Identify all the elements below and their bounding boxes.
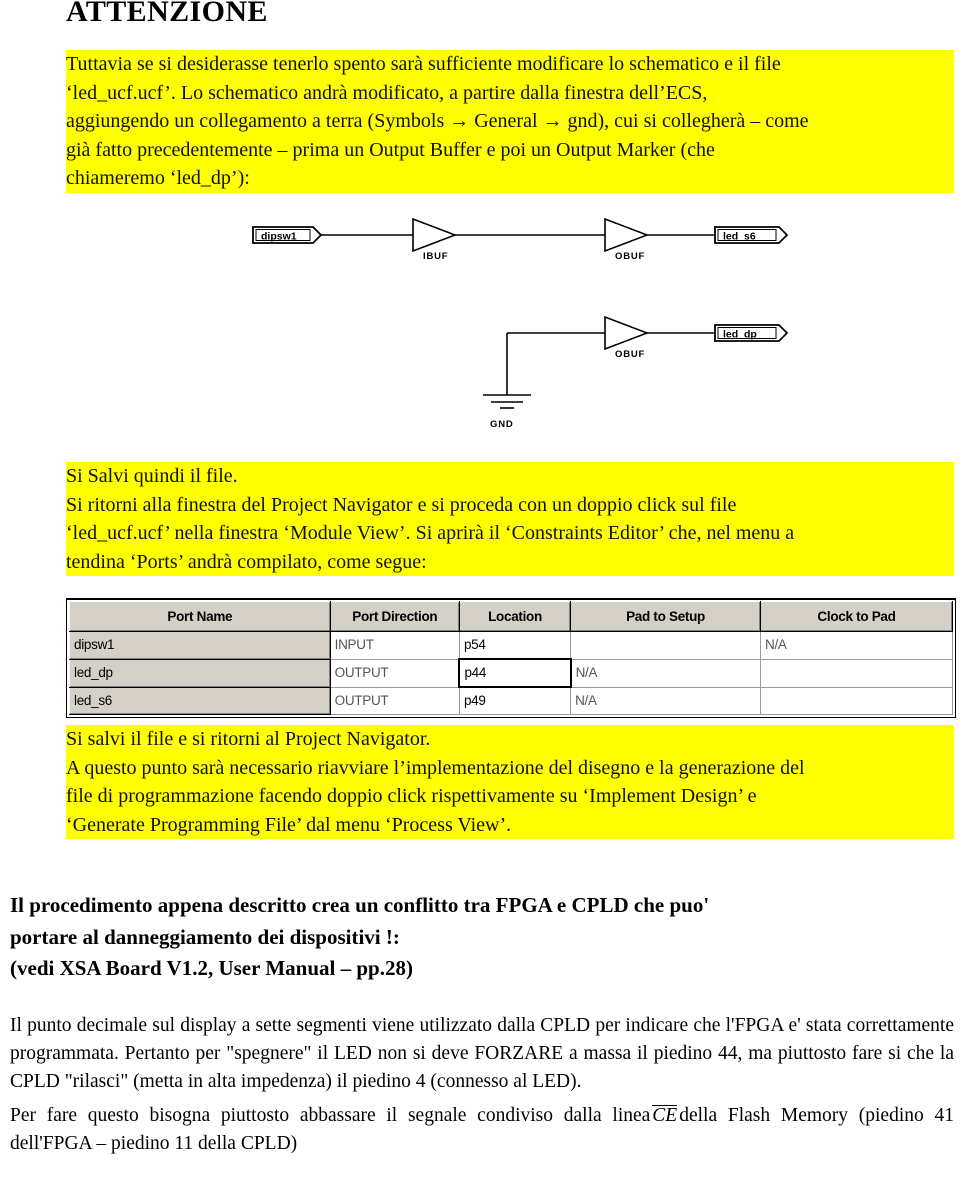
closing-explanation: Il punto decimale sul display a sette se… (10, 1012, 954, 1158)
ce-signal-label: CE (652, 1105, 678, 1126)
save-line-4: tendina ‘Ports’ andrà compilato, come se… (66, 547, 954, 576)
rebuild-line-1: Si salvi il file e si ritorni al Project… (66, 725, 954, 754)
closing-paragraph-2: Per fare questo bisogna piuttosto abbass… (10, 1102, 954, 1158)
table-row[interactable]: led_s6 OUTPUT p49 N/A (69, 686, 953, 715)
table-header-row: Port Name Port Direction Location Pad to… (69, 601, 953, 632)
rebuild-line-3: file di programmazione facendo doppio cl… (66, 782, 954, 811)
intro-line-3: aggiungendo un collegamento a terra (Sym… (66, 107, 954, 136)
cell-clock-to-pad[interactable]: N/A (760, 631, 953, 660)
intro-line-5: chiameremo ‘led_dp’): (66, 164, 954, 193)
cell-port-name[interactable]: dipsw1 (69, 631, 331, 660)
warning-line-3: (vedi XSA Board V1.2, User Manual – pp.2… (10, 956, 413, 980)
cell-clock-to-pad[interactable] (760, 658, 953, 688)
warning-line-2: portare al danneggiamento dei dispositiv… (10, 924, 400, 949)
column-header-port-direction[interactable]: Port Direction (329, 601, 460, 632)
cell-port-direction[interactable]: OUTPUT (329, 686, 460, 715)
table-row[interactable]: dipsw1 INPUT p54 N/A (69, 631, 953, 660)
save-line-1: Si Salvi quindi il file. (66, 462, 954, 491)
closing-paragraph-2-before: Per fare questo bisogna piuttosto abbass… (10, 1105, 651, 1126)
cell-location[interactable]: p44 (458, 658, 572, 688)
intro-line-2: ‘led_ucf.ucf’. Lo schematico andrà modif… (66, 78, 954, 107)
save-line-3: ‘led_ucf.ucf’ nella finestra ‘Module Vie… (66, 519, 954, 548)
warning-line-1: Il procedimento appena descritto crea un… (10, 893, 710, 917)
conflict-warning: Il procedimento appena descritto crea un… (10, 890, 954, 985)
output-marker-top-label: led_s6 (723, 231, 756, 243)
column-header-port-name[interactable]: Port Name (69, 601, 331, 632)
ibuf-symbol (412, 217, 458, 253)
cell-pad-to-setup[interactable] (570, 631, 762, 660)
column-header-clock-to-pad[interactable]: Clock to Pad (760, 601, 953, 632)
closing-paragraph-1: Il punto decimale sul display a sette se… (10, 1015, 954, 1092)
column-header-pad-to-setup[interactable]: Pad to Setup (570, 601, 762, 632)
intro-line-1: Tuttavia se si desiderasse tenerlo spent… (66, 50, 954, 79)
cell-port-direction[interactable]: OUTPUT (329, 658, 460, 688)
table-row[interactable]: led_dp OUTPUT p44 N/A (69, 658, 953, 688)
cell-port-name[interactable]: led_s6 (69, 686, 331, 715)
obuf-top-label: OBUF (615, 251, 645, 262)
document-page: ATTENZIONE Tuttavia se si desiderasse te… (0, 0, 960, 1187)
column-header-location[interactable]: Location (458, 601, 572, 632)
obuf-top-symbol (604, 217, 650, 253)
cell-clock-to-pad[interactable] (760, 686, 953, 715)
ibuf-label: IBUF (423, 251, 448, 262)
obuf-bottom-symbol (604, 315, 650, 351)
cell-pad-to-setup[interactable]: N/A (570, 658, 762, 688)
schematic-diagram: dipsw1 led_s6 led_dp IBUF OBUF OBUF GND (245, 205, 805, 450)
intro-paragraph: Tuttavia se si desiderasse tenerlo spent… (66, 50, 954, 193)
cell-location[interactable]: p54 (458, 631, 572, 660)
rebuild-instructions-paragraph: Si salvi il file e si ritorni al Project… (66, 725, 954, 839)
constraints-editor-table: Port Name Port Direction Location Pad to… (66, 598, 956, 718)
cell-pad-to-setup[interactable]: N/A (570, 686, 762, 715)
cell-port-name[interactable]: led_dp (69, 658, 331, 688)
rebuild-line-2: A questo punto sarà necessario riavviare… (66, 753, 954, 782)
page-title: ATTENZIONE (66, 0, 268, 28)
cell-port-direction[interactable]: INPUT (329, 631, 460, 660)
intro-line-4: già fatto precedentemente – prima un Out… (66, 135, 954, 164)
cell-location[interactable]: p49 (458, 686, 572, 715)
rebuild-line-4: ‘Generate Programming File’ dal menu ‘Pr… (66, 810, 954, 839)
input-marker-label: dipsw1 (261, 231, 297, 243)
save-instructions-paragraph: Si Salvi quindi il file. Si ritorni alla… (66, 462, 954, 576)
save-line-2: Si ritorni alla finestra del Project Nav… (66, 490, 954, 519)
obuf-bottom-label: OBUF (615, 349, 645, 360)
gnd-label: GND (490, 419, 514, 430)
output-marker-bottom-label: led_dp (723, 329, 757, 341)
